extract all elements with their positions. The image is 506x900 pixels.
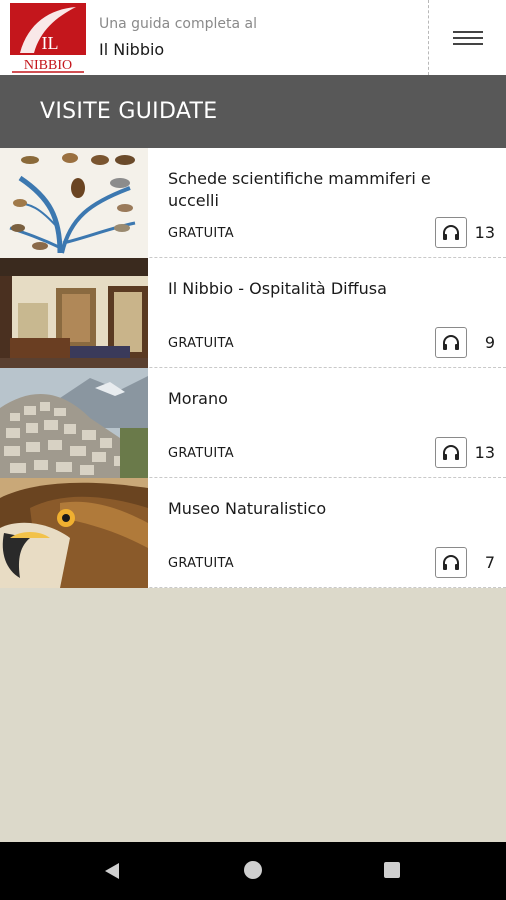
headphones-icon bbox=[443, 444, 459, 460]
hamburger-icon bbox=[452, 30, 483, 45]
tour-stop-count: 7 bbox=[484, 553, 495, 572]
tour-price: GRATUITA bbox=[168, 336, 234, 351]
tour-price: GRATUITA bbox=[168, 446, 234, 461]
svg-text:IL: IL bbox=[42, 33, 59, 53]
tour-thumbnail-town bbox=[0, 368, 148, 478]
svg-text:NIBBIO: NIBBIO bbox=[24, 58, 72, 73]
tour-list: Schede scientifiche mammiferi e uccelli … bbox=[0, 148, 506, 588]
tour-title: Museo Naturalistico bbox=[168, 499, 327, 518]
app-subtitle: Una guida completa al bbox=[99, 16, 257, 32]
nibbio-logo[interactable]: IL NIBBIO bbox=[10, 3, 86, 73]
headphones-icon bbox=[443, 334, 459, 350]
tour-price: GRATUITA bbox=[168, 556, 234, 571]
tour-price: GRATUITA bbox=[168, 226, 234, 241]
tour-item[interactable]: Museo Naturalistico GRATUITA 7 bbox=[0, 478, 506, 588]
menu-button[interactable] bbox=[429, 0, 506, 75]
app-header: IL NIBBIO Una guida completa al Il Nibbi… bbox=[0, 0, 506, 75]
home-icon[interactable] bbox=[244, 861, 262, 879]
tour-title: Morano bbox=[168, 389, 228, 408]
tour-stop-count: 13 bbox=[474, 223, 495, 242]
audio-button[interactable] bbox=[435, 547, 467, 578]
tour-thumbnail-eagle bbox=[0, 478, 148, 588]
headphones-icon bbox=[443, 554, 459, 570]
section-header: VISITE GUIDATE bbox=[0, 75, 506, 148]
app-title: Il Nibbio bbox=[99, 40, 165, 59]
audio-button[interactable] bbox=[435, 437, 467, 468]
tour-title: Schede scientifiche mammiferi e uccelli bbox=[168, 169, 431, 210]
tour-thumbnail-room bbox=[0, 258, 148, 368]
audio-button[interactable] bbox=[435, 327, 467, 358]
back-icon[interactable] bbox=[104, 862, 120, 880]
tour-item[interactable]: Schede scientifiche mammiferi e uccelli … bbox=[0, 148, 506, 258]
system-nav-bar bbox=[0, 842, 506, 900]
tour-title: Il Nibbio - Ospitalità Diffusa bbox=[168, 279, 387, 298]
tour-thumbnail-animals bbox=[0, 148, 148, 258]
section-title: VISITE GUIDATE bbox=[40, 99, 218, 124]
recent-apps-icon[interactable] bbox=[384, 862, 400, 878]
headphones-icon bbox=[443, 224, 459, 240]
tour-stop-count: 9 bbox=[484, 333, 495, 352]
tour-item[interactable]: Morano GRATUITA 13 bbox=[0, 368, 506, 478]
audio-button[interactable] bbox=[435, 217, 467, 248]
tour-stop-count: 13 bbox=[474, 443, 495, 462]
tour-item[interactable]: Il Nibbio - Ospitalità Diffusa GRATUITA … bbox=[0, 258, 506, 368]
